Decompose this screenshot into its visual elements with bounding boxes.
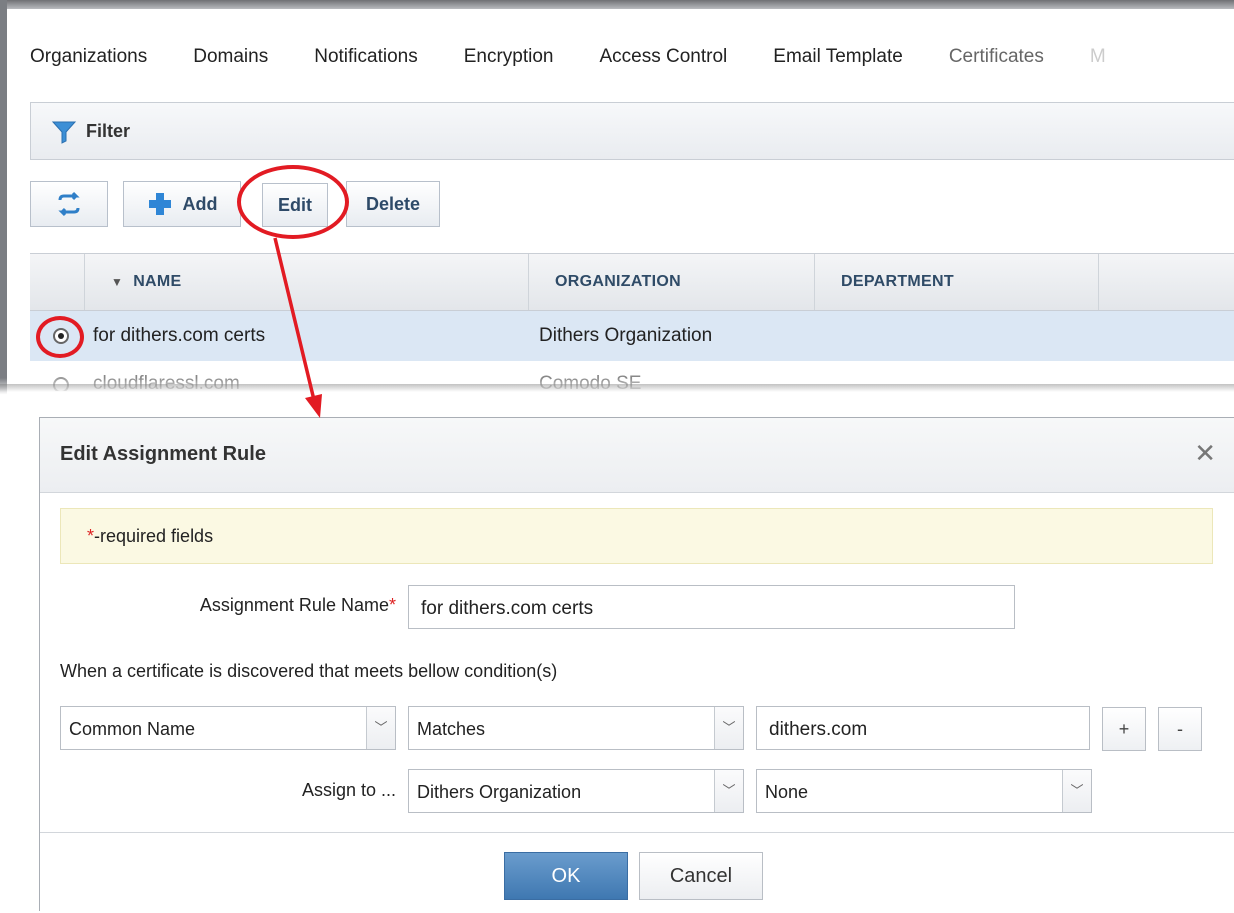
rule-name-label: Assignment Rule Name*: [199, 595, 396, 615]
tab-domains[interactable]: Domains: [193, 40, 268, 80]
edit-assignment-rule-dialog: Edit Assignment Rule ✕ *-required fields…: [39, 417, 1234, 911]
row-organization: Dithers Organization: [539, 325, 713, 346]
required-note: -required fields: [94, 526, 214, 546]
column-blank: [1098, 254, 1234, 310]
sort-desc-icon: ▼: [111, 275, 124, 289]
add-condition-button[interactable]: +: [1102, 707, 1146, 751]
column-organization[interactable]: ORGANIZATION: [528, 254, 814, 310]
required-fields-notice: *-required fields: [60, 508, 1213, 564]
tab-bar: Organizations Domains Notifications Encr…: [30, 40, 1152, 80]
table-row[interactable]: for dithers.com certs Dithers Organizati…: [30, 311, 1234, 361]
ok-button[interactable]: OK: [504, 852, 628, 900]
assign-to-label: Assign to ...: [301, 780, 396, 800]
remove-condition-button[interactable]: -: [1158, 707, 1202, 751]
chevron-down-icon: ﹀: [714, 707, 743, 749]
tab-more[interactable]: M: [1090, 40, 1106, 80]
add-button[interactable]: Add: [123, 181, 241, 227]
edit-annotation-circle: [237, 165, 349, 239]
rule-name-input[interactable]: for dithers.com certs: [408, 585, 1015, 629]
refresh-button[interactable]: [30, 181, 108, 227]
dialog-footer: [40, 832, 1234, 913]
refresh-icon: [58, 191, 80, 217]
cancel-button[interactable]: Cancel: [639, 852, 763, 900]
assign-organization-select[interactable]: Dithers Organization ﹀: [408, 769, 744, 813]
dialog-header: Edit Assignment Rule ✕: [40, 418, 1234, 493]
window-top-edge: [0, 0, 1234, 9]
grid-header: ▼ NAME ORGANIZATION DEPARTMENT: [30, 253, 1234, 311]
row-name: for dithers.com certs: [93, 325, 266, 346]
condition-operator-select[interactable]: Matches ﹀: [408, 706, 744, 750]
delete-button[interactable]: Delete: [346, 181, 440, 227]
tab-organizations[interactable]: Organizations: [30, 40, 147, 80]
chevron-down-icon: ﹀: [714, 770, 743, 812]
column-department[interactable]: DEPARTMENT: [814, 254, 1098, 310]
required-asterisk: *: [87, 526, 95, 546]
dialog-title: Edit Assignment Rule: [60, 443, 266, 465]
radio-annotation-circle: [36, 316, 84, 358]
chevron-down-icon: ﹀: [366, 707, 395, 749]
tab-certificates[interactable]: Certificates: [949, 40, 1044, 80]
torn-edge-shadow: [0, 384, 1234, 392]
funnel-icon: [51, 121, 77, 144]
condition-description: When a certificate is discovered that me…: [60, 661, 558, 681]
filter-bar[interactable]: Filter: [30, 102, 1234, 160]
condition-value-input[interactable]: dithers.com: [756, 706, 1090, 750]
tab-email-template[interactable]: Email Template: [773, 40, 903, 80]
background-app: Organizations Domains Notifications Encr…: [0, 0, 1234, 400]
chevron-down-icon: ﹀: [1062, 770, 1091, 812]
assign-department-select[interactable]: None ﹀: [756, 769, 1092, 813]
filter-label: Filter: [86, 121, 131, 141]
plus-icon: [148, 193, 171, 215]
column-name[interactable]: ▼ NAME: [84, 254, 528, 310]
close-icon[interactable]: ✕: [1194, 440, 1216, 466]
condition-field-select[interactable]: Common Name ﹀: [60, 706, 396, 750]
tab-encryption[interactable]: Encryption: [464, 40, 554, 80]
add-label: Add: [182, 193, 218, 214]
window-left-edge: [0, 0, 7, 400]
tab-access-control[interactable]: Access Control: [600, 40, 728, 80]
tab-notifications[interactable]: Notifications: [314, 40, 418, 80]
delete-label: Delete: [365, 193, 421, 214]
